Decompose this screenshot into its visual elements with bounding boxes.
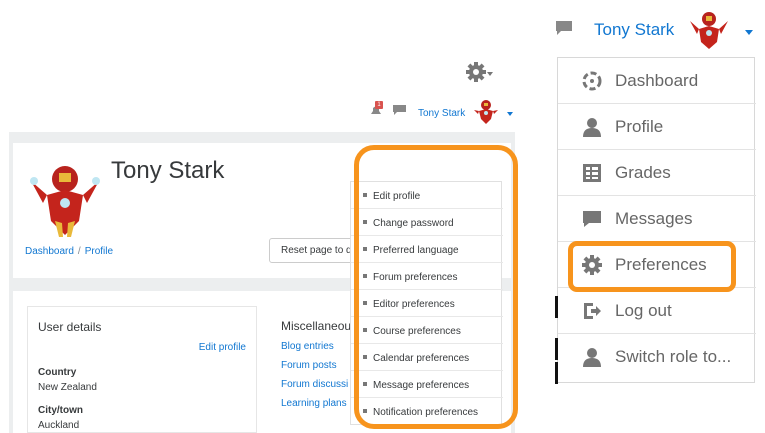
user-icon	[583, 348, 601, 367]
menu-item-label: Switch role to...	[615, 347, 732, 366]
menu-item-label: Profile	[615, 117, 664, 136]
avatar[interactable]	[474, 99, 498, 125]
edit-profile-link[interactable]: Edit profile	[199, 342, 246, 353]
menu-item-messages[interactable]: Messages	[558, 196, 756, 242]
learning-plans-link[interactable]: Learning plans	[281, 398, 347, 409]
highlight-outline	[568, 241, 736, 292]
menu-item-dashboard[interactable]: Dashboard	[558, 58, 756, 104]
messages-icon[interactable]	[393, 105, 406, 115]
forum-posts-link[interactable]: Forum posts	[281, 360, 337, 371]
chevron-down-icon[interactable]	[487, 72, 493, 76]
user-menu-name[interactable]: Tony Stark	[418, 108, 465, 119]
page-title: Tony Stark	[111, 157, 225, 184]
city-value: Auckland	[38, 420, 80, 431]
navbar: 1 Tony Stark	[9, 92, 515, 132]
user-details-title: User details	[38, 320, 102, 334]
breadcrumb-separator: /	[77, 246, 81, 257]
breadcrumb-dashboard[interactable]: Dashboard	[25, 246, 74, 257]
forum-discussions-link[interactable]: Forum discussi	[281, 379, 348, 390]
messages-icon[interactable]	[556, 21, 572, 35]
menu-item-profile[interactable]: Profile	[558, 104, 756, 150]
reset-page-button[interactable]: Reset page to d	[269, 238, 357, 263]
crop-edge-mark	[555, 296, 558, 318]
miscellaneous-card: Miscellaneou Blog entries Forum posts Fo…	[269, 306, 351, 433]
dashboard-icon	[582, 71, 602, 91]
city-label: City/town	[38, 405, 83, 416]
country-label: Country	[38, 367, 77, 378]
avatar[interactable]	[690, 10, 728, 50]
user-icon	[583, 118, 601, 137]
menu-item-label: Grades	[615, 163, 671, 182]
menu-item-label: Messages	[615, 209, 693, 228]
messages-icon	[583, 211, 601, 227]
user-menu-name[interactable]: Tony Stark	[594, 20, 674, 40]
chevron-down-icon[interactable]	[507, 112, 513, 116]
menu-item-grades[interactable]: Grades	[558, 150, 756, 196]
screenshot-composite: 1 Tony Stark Tony Stark Dashboard / Prof…	[0, 0, 765, 433]
highlight-outline	[354, 145, 518, 429]
breadcrumb-profile[interactable]: Profile	[85, 246, 113, 257]
chevron-down-icon[interactable]	[745, 30, 753, 35]
menu-item-switch-role[interactable]: Switch role to...	[558, 334, 756, 380]
blog-entries-link[interactable]: Blog entries	[281, 341, 334, 352]
logout-icon	[584, 303, 601, 319]
user-dropdown-menu: Dashboard Profile Grades Messages Prefer…	[557, 57, 756, 383]
menu-item-label: Log out	[615, 301, 672, 320]
menu-item-logout[interactable]: Log out	[558, 288, 756, 334]
country-value: New Zealand	[38, 382, 97, 393]
crop-edge-mark	[555, 338, 558, 360]
grades-icon	[583, 164, 601, 182]
miscellaneous-title: Miscellaneou	[281, 319, 351, 333]
avatar	[30, 166, 100, 237]
user-details-card: User details Edit profile Country New Ze…	[27, 306, 257, 433]
notification-badge: 1	[375, 101, 383, 109]
gear-icon[interactable]	[466, 62, 486, 82]
menu-item-label: Dashboard	[615, 71, 699, 90]
crop-edge-mark	[555, 362, 558, 384]
breadcrumb: Dashboard / Profile	[25, 246, 113, 257]
